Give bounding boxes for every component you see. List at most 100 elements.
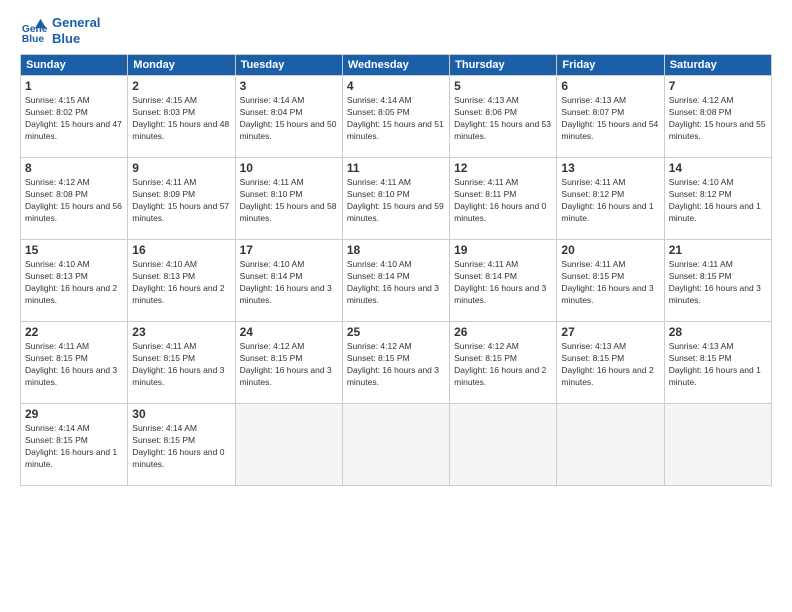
calendar-cell: 29 Sunrise: 4:14 AMSunset: 8:15 PMDayligh… <box>21 404 128 486</box>
calendar-cell: 18 Sunrise: 4:10 AMSunset: 8:14 PMDayligh… <box>342 240 449 322</box>
calendar-week-1: 1 Sunrise: 4:15 AMSunset: 8:02 PMDaylight… <box>21 76 772 158</box>
calendar-cell <box>235 404 342 486</box>
calendar-week-4: 22 Sunrise: 4:11 AMSunset: 8:15 PMDayligh… <box>21 322 772 404</box>
day-info: Sunrise: 4:11 AMSunset: 8:10 PMDaylight:… <box>240 177 338 225</box>
day-info: Sunrise: 4:15 AMSunset: 8:02 PMDaylight:… <box>25 95 123 143</box>
col-header-monday: Monday <box>128 55 235 76</box>
day-number: 12 <box>454 161 552 175</box>
day-number: 10 <box>240 161 338 175</box>
day-number: 11 <box>347 161 445 175</box>
day-number: 13 <box>561 161 659 175</box>
day-info: Sunrise: 4:11 AMSunset: 8:15 PMDaylight:… <box>561 259 659 307</box>
calendar-cell: 25Sunrise: 4:12 AMSunset: 8:15 PMDayligh… <box>342 322 449 404</box>
day-number: 28 <box>669 325 767 339</box>
day-info: Sunrise: 4:14 AMSunset: 8:15 PMDaylight:… <box>132 423 230 471</box>
calendar-cell: 15 Sunrise: 4:10 AMSunset: 8:13 PMDayligh… <box>21 240 128 322</box>
day-info: Sunrise: 4:12 AMSunset: 8:08 PMDaylight:… <box>25 177 123 225</box>
calendar-cell: 26 Sunrise: 4:12 AMSunset: 8:15 PMDayligh… <box>450 322 557 404</box>
day-info: Sunrise: 4:14 AMSunset: 8:04 PMDaylight:… <box>240 95 338 143</box>
logo: General Blue General Blue <box>20 15 100 46</box>
calendar-cell: 8 Sunrise: 4:12 AMSunset: 8:08 PMDaylight… <box>21 158 128 240</box>
calendar-cell: 19Sunrise: 4:11 AMSunset: 8:14 PMDayligh… <box>450 240 557 322</box>
calendar-cell: 5 Sunrise: 4:13 AMSunset: 8:06 PMDaylight… <box>450 76 557 158</box>
day-info: Sunrise: 4:11 AMSunset: 8:12 PMDaylight:… <box>561 177 659 225</box>
day-number: 23 <box>132 325 230 339</box>
calendar-cell <box>450 404 557 486</box>
calendar-header-row: SundayMondayTuesdayWednesdayThursdayFrid… <box>21 55 772 76</box>
day-number: 20 <box>561 243 659 257</box>
day-number: 21 <box>669 243 767 257</box>
calendar-cell: 28 Sunrise: 4:13 AMSunset: 8:15 PMDayligh… <box>664 322 771 404</box>
day-info: Sunrise: 4:11 AMSunset: 8:11 PMDaylight:… <box>454 177 552 225</box>
day-number: 19 <box>454 243 552 257</box>
day-number: 17 <box>240 243 338 257</box>
day-info: Sunrise: 4:11 AMSunset: 8:15 PMDaylight:… <box>132 341 230 389</box>
col-header-sunday: Sunday <box>21 55 128 76</box>
day-info: Sunrise: 4:10 AMSunset: 8:14 PMDaylight:… <box>347 259 445 307</box>
day-number: 15 <box>25 243 123 257</box>
day-number: 9 <box>132 161 230 175</box>
day-info: Sunrise: 4:13 AMSunset: 8:06 PMDaylight:… <box>454 95 552 143</box>
calendar-cell: 13 Sunrise: 4:11 AMSunset: 8:12 PMDayligh… <box>557 158 664 240</box>
day-number: 22 <box>25 325 123 339</box>
col-header-thursday: Thursday <box>450 55 557 76</box>
calendar-cell: 17 Sunrise: 4:10 AMSunset: 8:14 PMDayligh… <box>235 240 342 322</box>
calendar-cell <box>342 404 449 486</box>
day-info: Sunrise: 4:12 AMSunset: 8:15 PMDaylight:… <box>240 341 338 389</box>
svg-text:Blue: Blue <box>22 34 45 45</box>
calendar-body: 1 Sunrise: 4:15 AMSunset: 8:02 PMDaylight… <box>21 76 772 486</box>
day-number: 26 <box>454 325 552 339</box>
col-header-friday: Friday <box>557 55 664 76</box>
day-info: Sunrise: 4:15 AMSunset: 8:03 PMDaylight:… <box>132 95 230 143</box>
day-number: 29 <box>25 407 123 421</box>
col-header-saturday: Saturday <box>664 55 771 76</box>
day-number: 25 <box>347 325 445 339</box>
calendar-cell: 14Sunrise: 4:10 AMSunset: 8:12 PMDayligh… <box>664 158 771 240</box>
day-info: Sunrise: 4:12 AMSunset: 8:08 PMDaylight:… <box>669 95 767 143</box>
day-number: 18 <box>347 243 445 257</box>
logo-icon: General Blue <box>20 17 48 45</box>
calendar-week-5: 29 Sunrise: 4:14 AMSunset: 8:15 PMDayligh… <box>21 404 772 486</box>
calendar-cell: 1 Sunrise: 4:15 AMSunset: 8:02 PMDaylight… <box>21 76 128 158</box>
calendar-cell: 12 Sunrise: 4:11 AMSunset: 8:11 PMDayligh… <box>450 158 557 240</box>
calendar-cell: 24Sunrise: 4:12 AMSunset: 8:15 PMDayligh… <box>235 322 342 404</box>
calendar-cell: 30Sunrise: 4:14 AMSunset: 8:15 PMDayligh… <box>128 404 235 486</box>
day-info: Sunrise: 4:14 AMSunset: 8:15 PMDaylight:… <box>25 423 123 471</box>
day-number: 7 <box>669 79 767 93</box>
calendar-cell: 22 Sunrise: 4:11 AMSunset: 8:15 PMDayligh… <box>21 322 128 404</box>
day-info: Sunrise: 4:13 AMSunset: 8:15 PMDaylight:… <box>669 341 767 389</box>
calendar-cell <box>664 404 771 486</box>
day-info: Sunrise: 4:10 AMSunset: 8:14 PMDaylight:… <box>240 259 338 307</box>
day-number: 27 <box>561 325 659 339</box>
page-header: General Blue General Blue <box>20 15 772 46</box>
day-number: 1 <box>25 79 123 93</box>
day-info: Sunrise: 4:11 AMSunset: 8:15 PMDaylight:… <box>25 341 123 389</box>
calendar-cell: 9 Sunrise: 4:11 AMSunset: 8:09 PMDaylight… <box>128 158 235 240</box>
calendar-cell: 23 Sunrise: 4:11 AMSunset: 8:15 PMDayligh… <box>128 322 235 404</box>
day-number: 6 <box>561 79 659 93</box>
calendar-cell: 2 Sunrise: 4:15 AMSunset: 8:03 PMDaylight… <box>128 76 235 158</box>
calendar-table: SundayMondayTuesdayWednesdayThursdayFrid… <box>20 54 772 486</box>
day-info: Sunrise: 4:10 AMSunset: 8:13 PMDaylight:… <box>25 259 123 307</box>
calendar-cell: 6 Sunrise: 4:13 AMSunset: 8:07 PMDaylight… <box>557 76 664 158</box>
day-info: Sunrise: 4:12 AMSunset: 8:15 PMDaylight:… <box>454 341 552 389</box>
day-info: Sunrise: 4:11 AMSunset: 8:10 PMDaylight:… <box>347 177 445 225</box>
calendar-cell: 20 Sunrise: 4:11 AMSunset: 8:15 PMDayligh… <box>557 240 664 322</box>
calendar-cell: 16Sunrise: 4:10 AMSunset: 8:13 PMDayligh… <box>128 240 235 322</box>
calendar-cell: 11 Sunrise: 4:11 AMSunset: 8:10 PMDayligh… <box>342 158 449 240</box>
day-info: Sunrise: 4:11 AMSunset: 8:09 PMDaylight:… <box>132 177 230 225</box>
day-info: Sunrise: 4:13 AMSunset: 8:15 PMDaylight:… <box>561 341 659 389</box>
calendar-cell: 3 Sunrise: 4:14 AMSunset: 8:04 PMDaylight… <box>235 76 342 158</box>
day-number: 3 <box>240 79 338 93</box>
calendar-cell: 7 Sunrise: 4:12 AMSunset: 8:08 PMDaylight… <box>664 76 771 158</box>
day-number: 8 <box>25 161 123 175</box>
calendar-cell: 4Sunrise: 4:14 AMSunset: 8:05 PMDaylight… <box>342 76 449 158</box>
col-header-tuesday: Tuesday <box>235 55 342 76</box>
calendar-cell: 27 Sunrise: 4:13 AMSunset: 8:15 PMDayligh… <box>557 322 664 404</box>
day-number: 2 <box>132 79 230 93</box>
day-info: Sunrise: 4:14 AMSunset: 8:05 PMDaylight:… <box>347 95 445 143</box>
day-info: Sunrise: 4:13 AMSunset: 8:07 PMDaylight:… <box>561 95 659 143</box>
calendar-week-3: 15 Sunrise: 4:10 AMSunset: 8:13 PMDayligh… <box>21 240 772 322</box>
day-number: 5 <box>454 79 552 93</box>
calendar-cell: 10 Sunrise: 4:11 AMSunset: 8:10 PMDayligh… <box>235 158 342 240</box>
